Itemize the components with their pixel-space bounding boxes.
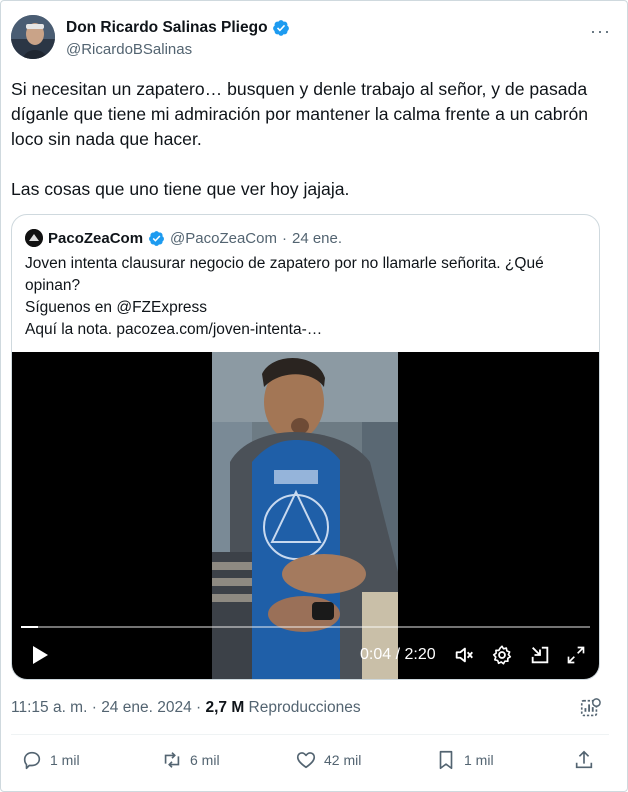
divider xyxy=(11,734,609,735)
quoted-date[interactable]: 24 ene. xyxy=(292,230,342,247)
like-button[interactable]: 42 mil xyxy=(295,749,361,771)
tweet-text: Si necesitan un zapatero… busquen y denl… xyxy=(11,77,611,202)
quoted-author-name[interactable]: PacoZeaCom xyxy=(48,230,143,247)
bookmark-icon xyxy=(439,750,453,770)
video-current-time: 0:04 xyxy=(360,646,392,663)
retweet-icon xyxy=(164,752,180,768)
play-icon xyxy=(33,646,48,664)
tweet-header: Don Ricardo Salinas Pliego @RicardoBSali… xyxy=(11,15,619,65)
fullscreen-button[interactable] xyxy=(564,642,588,668)
video-progress-fill xyxy=(21,626,39,628)
video-duration: 2:20 xyxy=(404,646,436,663)
tweet-date[interactable]: 24 ene. 2024 xyxy=(101,699,192,716)
views-label: Reproducciones xyxy=(244,699,361,716)
minimize-button[interactable] xyxy=(528,642,552,668)
mute-button[interactable] xyxy=(452,642,476,668)
minimize-icon xyxy=(531,646,549,664)
quoted-tweet[interactable]: PacoZeaCom @PacoZeaCom · 24 ene. Joven i… xyxy=(11,214,600,680)
bookmark-count: 1 mil xyxy=(464,752,494,768)
video-frame xyxy=(212,352,398,679)
reply-icon xyxy=(23,751,41,770)
fullscreen-icon xyxy=(567,646,585,664)
share-icon xyxy=(575,750,593,769)
retweet-count: 6 mil xyxy=(190,752,220,768)
quoted-separator: · xyxy=(281,229,287,247)
quoted-line-1: Joven intenta clausurar negocio de zapat… xyxy=(25,255,544,294)
quoted-tweet-header: PacoZeaCom @PacoZeaCom · 24 ene. xyxy=(25,228,342,248)
video-player[interactable]: 0:04 / 2:20 xyxy=(12,352,599,679)
play-button[interactable] xyxy=(28,642,52,668)
tweet-paragraph-1: Si necesitan un zapatero… busquen y denl… xyxy=(11,79,593,149)
video-time-separator: / xyxy=(391,646,405,663)
like-count: 42 mil xyxy=(324,752,362,768)
quoted-avatar[interactable] xyxy=(25,229,43,247)
share-button[interactable] xyxy=(573,749,595,771)
tweet-actions: 1 mil 6 mil 42 mil 1 mil xyxy=(11,749,611,775)
author-name-row[interactable]: Don Ricardo Salinas Pliego xyxy=(66,19,290,37)
bookmark-button[interactable]: 1 mil xyxy=(435,749,494,771)
heart-icon xyxy=(296,752,316,769)
quoted-line-2: Síguenos en @FZExpress xyxy=(25,299,208,316)
views-count: 2,7 M xyxy=(205,699,245,716)
gear-icon xyxy=(492,645,512,665)
settings-button[interactable] xyxy=(490,642,514,668)
tweet-time[interactable]: 11:15 a. m. xyxy=(11,699,87,716)
volume-muted-icon xyxy=(455,647,473,663)
author-handle[interactable]: @RicardoBSalinas xyxy=(66,41,192,58)
video-time: 0:04 / 2:20 xyxy=(360,646,436,664)
quoted-tweet-text: Joven intenta clausurar negocio de zapat… xyxy=(25,253,590,341)
reply-button[interactable]: 1 mil xyxy=(21,749,80,771)
meta-separator-2: · xyxy=(191,699,206,716)
quoted-line-3: Aquí la nota. pacozea.com/joven-intenta-… xyxy=(25,321,323,338)
meta-separator: · xyxy=(87,699,102,716)
quoted-author-handle[interactable]: @PacoZeaCom xyxy=(170,230,277,247)
video-progress-bar[interactable] xyxy=(21,626,590,628)
reply-count: 1 mil xyxy=(50,752,80,768)
tweet-card: Don Ricardo Salinas Pliego @RicardoBSali… xyxy=(0,0,628,792)
author-name[interactable]: Don Ricardo Salinas Pliego xyxy=(66,19,268,37)
analytics-icon xyxy=(580,698,601,717)
tweet-paragraph-2: Las cosas que uno tiene que ver hoy jaja… xyxy=(11,179,350,199)
verified-badge-icon xyxy=(149,230,165,246)
more-options-icon[interactable]: ··· xyxy=(590,21,611,42)
analytics-button[interactable] xyxy=(579,698,601,720)
retweet-button[interactable]: 6 mil xyxy=(161,749,220,771)
tweet-meta: 11:15 a. m. · 24 ene. 2024 · 2,7 M Repro… xyxy=(11,699,361,717)
verified-badge-icon xyxy=(272,20,289,36)
avatar[interactable] xyxy=(11,15,55,59)
